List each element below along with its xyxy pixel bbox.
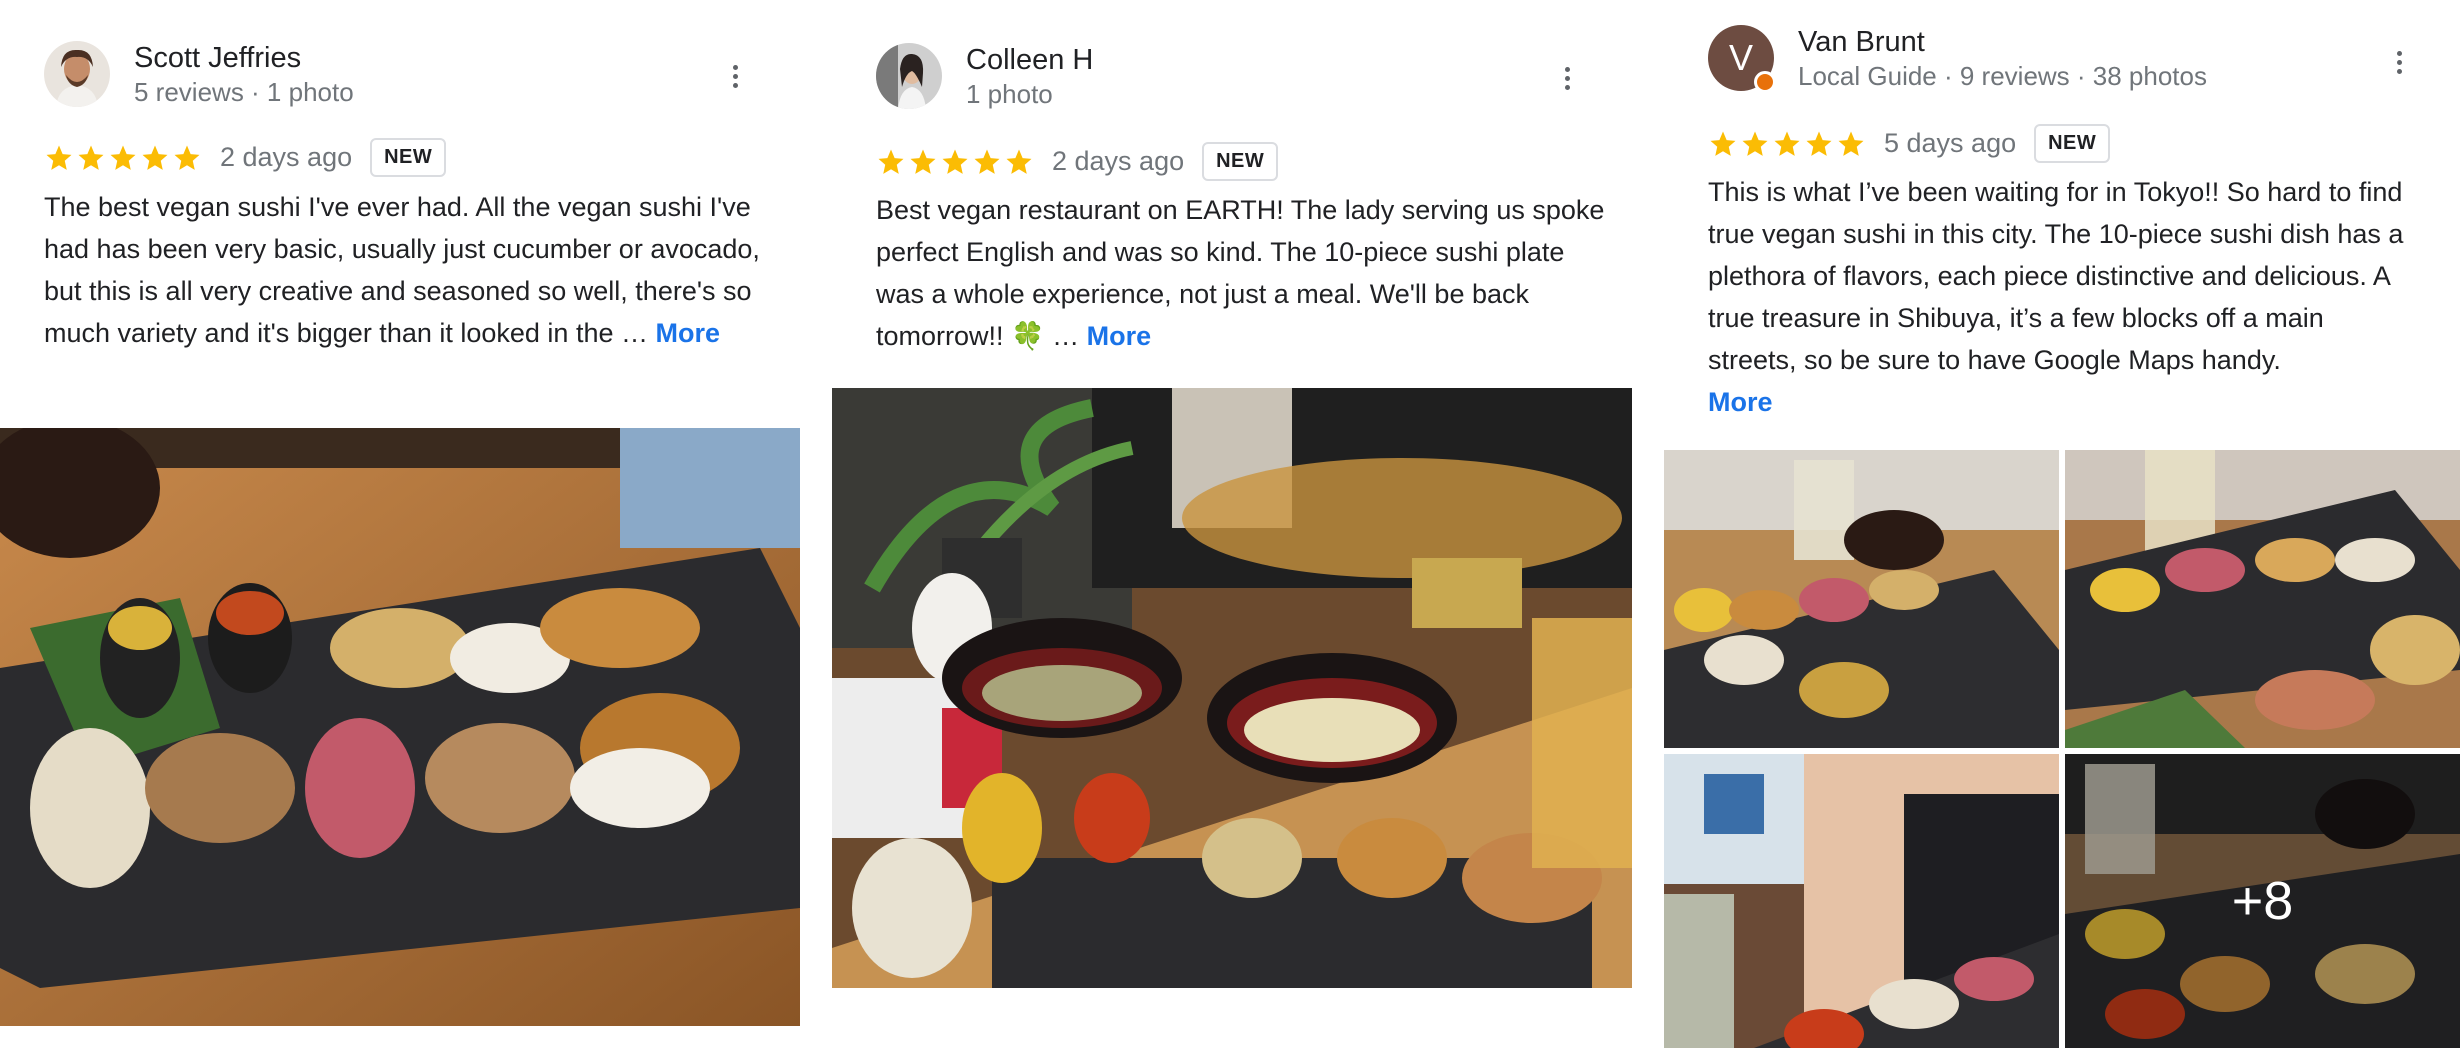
rating-row: 2 days ago NEW xyxy=(44,138,447,177)
star-icon xyxy=(1710,131,1736,156)
review-body: This is what I’ve been waiting for in To… xyxy=(1708,177,2404,375)
review-card: Colleen H 1 photo 2 days ago NEW Best ve… xyxy=(832,0,1632,1048)
reviewer-name[interactable]: Scott Jeffries xyxy=(134,40,354,76)
review-body: Best vegan restaurant on EARTH! The lady… xyxy=(876,195,1605,351)
more-link[interactable]: More xyxy=(1708,387,1773,417)
review-text: The best vegan sushi I've ever had. All … xyxy=(44,186,774,354)
new-badge: NEW xyxy=(370,138,447,177)
star-icon xyxy=(878,149,904,174)
avatar[interactable]: V xyxy=(1708,25,1776,93)
reviewer-name[interactable]: Colleen H xyxy=(966,42,1093,78)
reviewer-info: Colleen H 1 photo xyxy=(966,42,1093,110)
review-photo[interactable] xyxy=(832,388,1632,988)
star-rating xyxy=(1708,129,1866,159)
star-rating xyxy=(44,143,202,173)
review-header: Colleen H 1 photo xyxy=(876,42,1093,110)
star-icon xyxy=(1806,131,1832,156)
review-photo[interactable] xyxy=(1664,450,2059,748)
new-badge: NEW xyxy=(1202,142,1279,181)
review-body: The best vegan sushi I've ever had. All … xyxy=(44,192,760,348)
reviewer-meta: 1 photo xyxy=(966,79,1053,109)
star-rating xyxy=(876,147,1034,177)
star-icon xyxy=(1006,149,1032,174)
star-icon xyxy=(1838,131,1864,156)
review-photo[interactable] xyxy=(2065,450,2460,748)
review-text: Best vegan restaurant on EARTH! The lady… xyxy=(876,189,1606,357)
star-icon xyxy=(1774,131,1800,156)
more-vert-icon[interactable] xyxy=(1547,58,1587,98)
star-icon xyxy=(174,145,200,170)
rating-row: 5 days ago NEW xyxy=(1708,124,2111,163)
star-icon xyxy=(974,149,1000,174)
star-icon xyxy=(1742,131,1768,156)
avatar[interactable] xyxy=(44,41,110,107)
more-vert-icon[interactable] xyxy=(2379,42,2419,82)
review-photo[interactable]: +8 xyxy=(2065,754,2460,1048)
avatar[interactable] xyxy=(876,43,942,109)
new-badge: NEW xyxy=(2034,124,2111,163)
review-photo[interactable] xyxy=(1664,754,2059,1048)
review-text: This is what I’ve been waiting for in To… xyxy=(1708,171,2418,423)
star-icon xyxy=(142,145,168,170)
review-time: 2 days ago xyxy=(220,142,353,172)
review-header: V Van Brunt Local Guide · 9 reviews · 38… xyxy=(1708,24,2207,93)
reviewer-info: Scott Jeffries 5 reviews · 1 photo xyxy=(134,40,354,108)
review-photo[interactable] xyxy=(0,428,800,1026)
review-header: Scott Jeffries 5 reviews · 1 photo xyxy=(44,40,354,108)
rating-row: 2 days ago NEW xyxy=(876,142,1279,181)
more-photos-count[interactable]: +8 xyxy=(2065,754,2460,1048)
more-vert-icon[interactable] xyxy=(715,56,755,96)
review-time: 2 days ago xyxy=(1052,146,1185,176)
star-icon xyxy=(110,145,136,170)
review-time: 5 days ago xyxy=(1884,128,2017,158)
local-guide-badge-icon xyxy=(1754,71,1776,93)
star-icon xyxy=(910,149,936,174)
reviewer-name[interactable]: Van Brunt xyxy=(1798,24,2207,60)
more-link[interactable]: More xyxy=(655,318,720,348)
reviewer-meta: Local Guide · 9 reviews · 38 photos xyxy=(1798,61,2207,91)
star-icon xyxy=(942,149,968,174)
reviewer-meta: 5 reviews · 1 photo xyxy=(134,77,354,107)
review-card: Scott Jeffries 5 reviews · 1 photo 2 day… xyxy=(0,0,800,1048)
star-icon xyxy=(78,145,104,170)
star-icon xyxy=(46,145,72,170)
reviewer-info: Van Brunt Local Guide · 9 reviews · 38 p… xyxy=(1798,24,2207,92)
more-link[interactable]: More xyxy=(1087,321,1152,351)
review-card: V Van Brunt Local Guide · 9 reviews · 38… xyxy=(1664,0,2460,1048)
